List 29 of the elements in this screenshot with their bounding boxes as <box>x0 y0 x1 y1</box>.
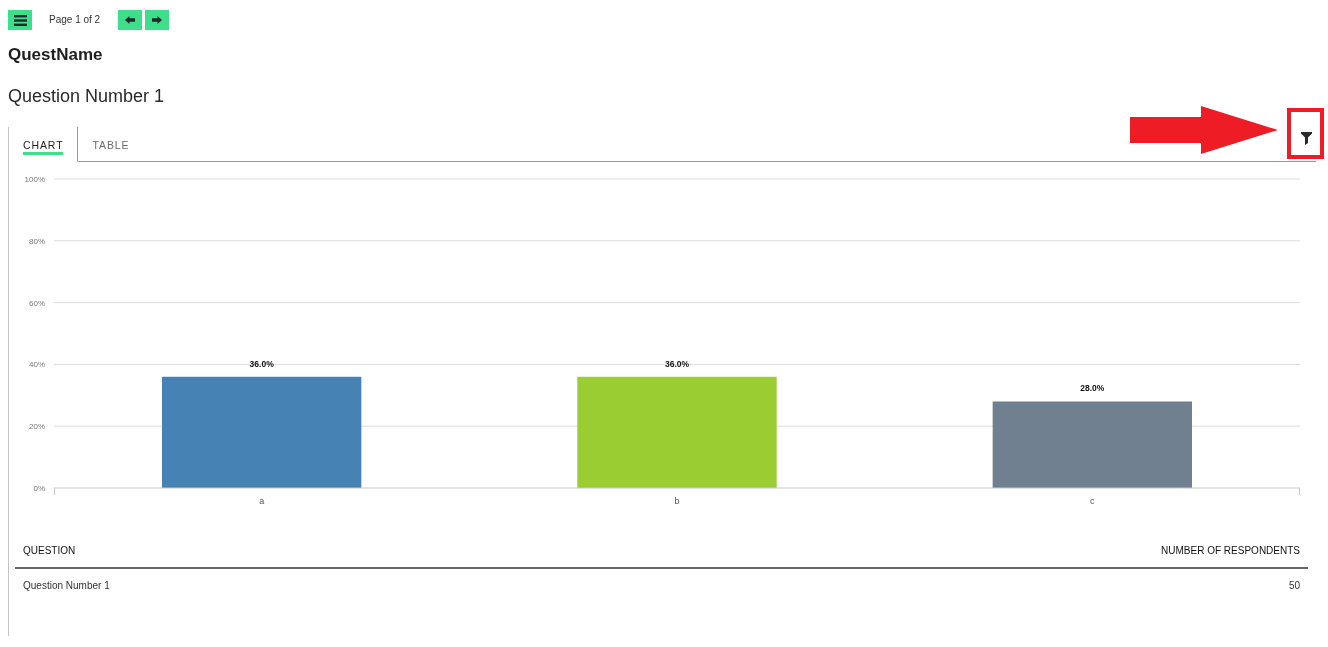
y-axis-label: 40% <box>29 360 45 370</box>
value-label: 28.0% <box>1080 383 1105 394</box>
previous-page-button[interactable] <box>118 10 143 30</box>
x-axis-label: c <box>1090 496 1095 506</box>
x-axis-label: b <box>674 496 680 506</box>
y-axis-label: 100% <box>24 175 45 184</box>
next-page-button[interactable] <box>145 10 170 30</box>
menu-icon <box>13 14 27 26</box>
highlight-frame <box>1287 108 1324 159</box>
x-axis-label: a <box>259 496 265 506</box>
y-axis-label: 20% <box>29 422 45 432</box>
tab[interactable]: CHART <box>9 127 79 162</box>
arrow-left-icon <box>125 16 136 24</box>
value-label: 36.0% <box>249 358 274 369</box>
arrow-right-icon <box>152 16 163 24</box>
filter-icon <box>1300 131 1312 145</box>
column-header: QUESTION <box>15 535 531 568</box>
quest-title: QuestName <box>8 45 104 65</box>
y-axis-label: 80% <box>29 236 45 246</box>
column-header: NUMBER OF RESPONDENTS <box>530 535 1308 568</box>
table-cell: 50 <box>530 568 1308 603</box>
y-axis-label: 0% <box>33 484 45 493</box>
menu-button[interactable] <box>8 10 32 30</box>
tab[interactable]: TABLE <box>78 127 144 162</box>
page-indicator: Page 1 of 2 <box>49 14 101 26</box>
value-label: 36.0% <box>664 358 690 369</box>
question-title: Question Number 1 <box>8 85 166 107</box>
table-cell: Question Number 1 <box>15 568 531 603</box>
y-axis-label: 60% <box>29 298 45 308</box>
